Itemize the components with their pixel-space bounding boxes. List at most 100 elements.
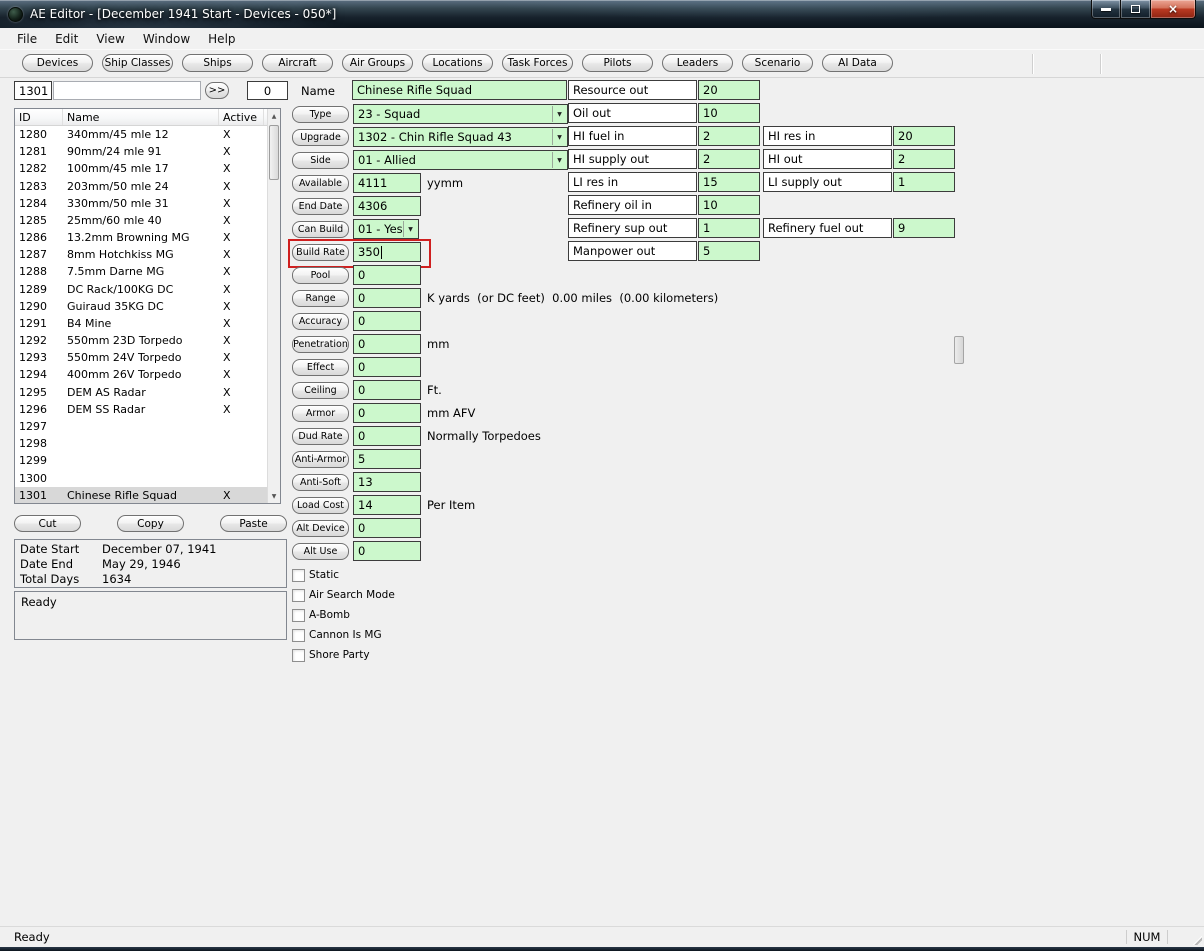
dropdown-arrow-icon[interactable]: ▼ — [403, 221, 417, 237]
checkbox[interactable] — [292, 568, 305, 582]
field-label-button[interactable]: Dud Rate — [292, 427, 349, 445]
resize-grip[interactable] — [1189, 932, 1202, 945]
close-button[interactable]: × — [1150, 0, 1196, 19]
toolbar-tab[interactable]: Task Forces — [502, 54, 573, 72]
toolbar-tab[interactable]: Devices — [22, 54, 93, 72]
menu-item[interactable]: Edit — [46, 30, 87, 48]
column-header-active[interactable]: Active — [219, 109, 264, 125]
field-label-button[interactable]: Type — [292, 105, 349, 123]
field-label-button[interactable]: Ceiling — [292, 381, 349, 399]
field[interactable]: 4306 ▼ — [353, 196, 421, 216]
table-row[interactable]: 1287 8mm Hotchkiss MG X — [15, 246, 267, 263]
toolbar-tab[interactable]: Leaders — [662, 54, 733, 72]
name-field[interactable]: Chinese Rifle Squad — [352, 80, 567, 100]
economy-value[interactable]: 10 — [698, 103, 760, 123]
economy-value[interactable]: 2 — [698, 126, 760, 146]
maximize-button[interactable] — [1121, 0, 1150, 19]
checkbox-row[interactable]: Air Search Mode — [292, 585, 395, 605]
dropdown-arrow-icon[interactable]: ▼ — [552, 152, 566, 168]
field[interactable]: 01 - Allied ▼ — [353, 150, 568, 170]
table-row[interactable]: 1288 7.5mm Darne MG X — [15, 263, 267, 280]
toolbar-tab[interactable]: Air Groups — [342, 54, 413, 72]
search-input[interactable] — [53, 81, 201, 100]
table-row[interactable]: 1298 — [15, 435, 267, 452]
field[interactable]: 0 ▼ — [353, 265, 421, 285]
minimize-button[interactable] — [1091, 0, 1121, 19]
field[interactable]: 23 - Squad ▼ — [353, 104, 568, 124]
economy-value[interactable]: 2 — [698, 149, 760, 169]
record-id-field[interactable]: 1301 — [14, 81, 52, 100]
economy-value[interactable]: 2 — [893, 149, 955, 169]
table-row[interactable]: 1283 203mm/50 mle 24 X — [15, 178, 267, 195]
dropdown-arrow-icon[interactable]: ▼ — [552, 106, 566, 122]
field-label-button[interactable]: Can Build — [292, 220, 349, 238]
toolbar-tab[interactable]: Scenario — [742, 54, 813, 72]
field[interactable]: 0 ▼ — [353, 288, 421, 308]
copy-button[interactable]: Copy — [117, 515, 184, 532]
cut-button[interactable]: Cut — [14, 515, 81, 532]
field-label-button[interactable]: End Date — [292, 197, 349, 215]
table-row[interactable]: 1300 — [15, 469, 267, 486]
toolbar-tab[interactable]: Ships — [182, 54, 253, 72]
field-label-button[interactable]: Side — [292, 151, 349, 169]
economy-value[interactable]: 20 — [698, 80, 760, 100]
checkbox-row[interactable]: Static — [292, 565, 395, 585]
table-row[interactable]: 1290 Guiraud 35KG DC X — [15, 298, 267, 315]
field-label-button[interactable]: Anti-Soft — [292, 473, 349, 491]
toolbar-tab[interactable]: Ship Classes — [102, 54, 173, 72]
field-label-button[interactable]: Armor — [292, 404, 349, 422]
field-label-button[interactable]: Penetration — [292, 335, 349, 353]
table-row[interactable]: 1295 DEM AS Radar X — [15, 384, 267, 401]
table-row[interactable]: 1281 90mm/24 mle 91 X — [15, 143, 267, 160]
field[interactable]: 1302 - Chin Rifle Squad 43 ▼ — [353, 127, 568, 147]
table-row[interactable]: 1299 — [15, 452, 267, 469]
table-row[interactable]: 1296 DEM SS Radar X — [15, 401, 267, 418]
column-header-name[interactable]: Name — [63, 109, 219, 125]
field-label-button[interactable]: Effect — [292, 358, 349, 376]
form-scrollbar-thumb[interactable] — [954, 336, 964, 364]
checkbox-row[interactable]: Shore Party — [292, 645, 395, 665]
scroll-up-icon[interactable]: ▲ — [268, 109, 280, 123]
dropdown-arrow-icon[interactable]: ▼ — [552, 129, 566, 145]
checkbox[interactable] — [292, 648, 305, 662]
field-label-button[interactable]: Range — [292, 289, 349, 307]
field[interactable]: 0 ▼ — [353, 311, 421, 331]
table-row[interactable]: 1289 DC Rack/100KG DC X — [15, 281, 267, 298]
scroll-down-icon[interactable]: ▼ — [268, 489, 280, 503]
field[interactable]: 0 ▼ — [353, 541, 421, 561]
field[interactable]: 0 ▼ — [353, 334, 421, 354]
field[interactable]: 5 ▼ — [353, 449, 421, 469]
field[interactable]: 0 ▼ — [353, 380, 421, 400]
field[interactable]: 350 ▼ — [353, 242, 421, 262]
table-row[interactable]: 1292 550mm 23D Torpedo X — [15, 332, 267, 349]
scrollbar-thumb[interactable] — [269, 125, 279, 180]
field[interactable]: 13 ▼ — [353, 472, 421, 492]
field[interactable]: 0 ▼ — [353, 426, 421, 446]
economy-value[interactable]: 5 — [698, 241, 760, 261]
column-header-id[interactable]: ID — [15, 109, 63, 125]
table-row[interactable]: 1297 — [15, 418, 267, 435]
economy-value[interactable]: 1 — [893, 172, 955, 192]
field-label-button[interactable]: Upgrade — [292, 128, 349, 146]
economy-value[interactable]: 10 — [698, 195, 760, 215]
paste-button[interactable]: Paste — [220, 515, 287, 532]
economy-value[interactable]: 15 — [698, 172, 760, 192]
economy-value[interactable]: 1 — [698, 218, 760, 238]
field[interactable]: 0 ▼ — [353, 518, 421, 538]
table-row[interactable]: 1284 330mm/50 mle 31 X — [15, 195, 267, 212]
table-row[interactable]: 1285 25mm/60 mle 40 X — [15, 212, 267, 229]
field-label-button[interactable]: Pool — [292, 266, 349, 284]
menu-item[interactable]: View — [87, 30, 133, 48]
field-label-button[interactable]: Anti-Armor — [292, 450, 349, 468]
field-label-button[interactable]: Alt Device — [292, 519, 349, 537]
field[interactable]: 0 ▼ — [353, 357, 421, 377]
field-label-button[interactable]: Load Cost — [292, 496, 349, 514]
field-label-button[interactable]: Accuracy — [292, 312, 349, 330]
toolbar-tab[interactable]: Locations — [422, 54, 493, 72]
list-scrollbar[interactable]: ▲ ▼ — [267, 109, 280, 503]
table-row[interactable]: 1291 B4 Mine X — [15, 315, 267, 332]
field[interactable]: 4111 ▼ — [353, 173, 421, 193]
menu-item[interactable]: Help — [199, 30, 244, 48]
table-row[interactable]: 1286 13.2mm Browning MG X — [15, 229, 267, 246]
titlebar[interactable]: AE Editor - [December 1941 Start - Devic… — [0, 0, 1204, 28]
